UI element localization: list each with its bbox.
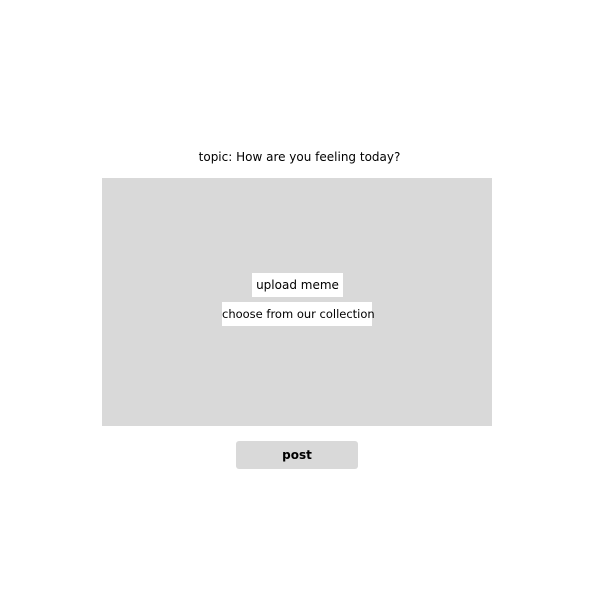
topic-heading: topic: How are you feeling today? bbox=[198, 150, 401, 164]
choose-from-collection-button[interactable]: choose from our collection bbox=[222, 302, 375, 326]
post-button[interactable]: post bbox=[236, 441, 358, 469]
meme-post-page: topic: How are you feeling today? upload… bbox=[0, 0, 595, 595]
meme-upload-area[interactable]: upload meme choose from our collection bbox=[102, 178, 492, 426]
upload-meme-button[interactable]: upload meme bbox=[252, 273, 343, 297]
